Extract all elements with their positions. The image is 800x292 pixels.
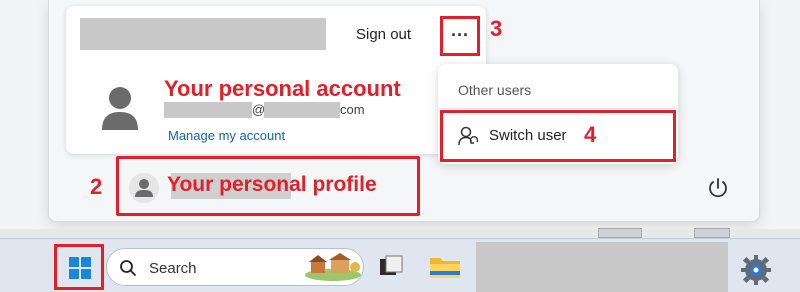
more-options-button[interactable]: ··· [440, 16, 480, 56]
other-users-flyout: Other users Switch user [438, 64, 678, 164]
power-icon[interactable] [706, 176, 730, 200]
person-icon [102, 87, 138, 130]
strip-item [694, 228, 730, 238]
step-3-annotation: 3 [490, 16, 503, 41]
strip-item [598, 228, 642, 238]
redacted-email-user [164, 102, 252, 118]
redacted-user-name [80, 18, 326, 50]
gear-icon[interactable] [738, 252, 774, 288]
redacted-email-domain [264, 102, 340, 118]
your-personal-account-annotation: Your personal account [164, 76, 401, 101]
manage-my-account-link[interactable]: Manage my account [168, 128, 285, 143]
person-icon [129, 173, 159, 203]
flyout-divider [438, 108, 678, 109]
folder-icon[interactable] [428, 252, 462, 282]
email-domain-suffix: com [340, 102, 365, 117]
personal-profile-button[interactable]: Your personal profile [116, 156, 420, 216]
ellipsis-icon: ··· [451, 25, 469, 45]
switch-user-button[interactable]: Switch user [440, 110, 676, 162]
step-2-annotation: 2 [90, 174, 103, 199]
sign-out-button[interactable]: Sign out [356, 26, 411, 43]
windows-logo-icon [69, 257, 91, 279]
task-view-icon[interactable] [378, 254, 404, 280]
search-highlight-image [305, 253, 361, 281]
step-4-annotation: 4 [584, 122, 597, 147]
switch-user-icon [458, 126, 479, 146]
search-icon [120, 260, 136, 276]
switch-user-label: Switch user [489, 127, 567, 144]
your-personal-profile-label: Your personal profile [167, 173, 377, 196]
taskbar-search-box[interactable]: Search [106, 248, 364, 286]
search-label: Search [149, 260, 197, 277]
redacted-taskbar-apps [476, 242, 728, 292]
other-users-header: Other users [458, 82, 532, 98]
start-button[interactable] [54, 244, 104, 290]
account-card: Sign out ··· Your personal account @ com… [66, 6, 486, 154]
